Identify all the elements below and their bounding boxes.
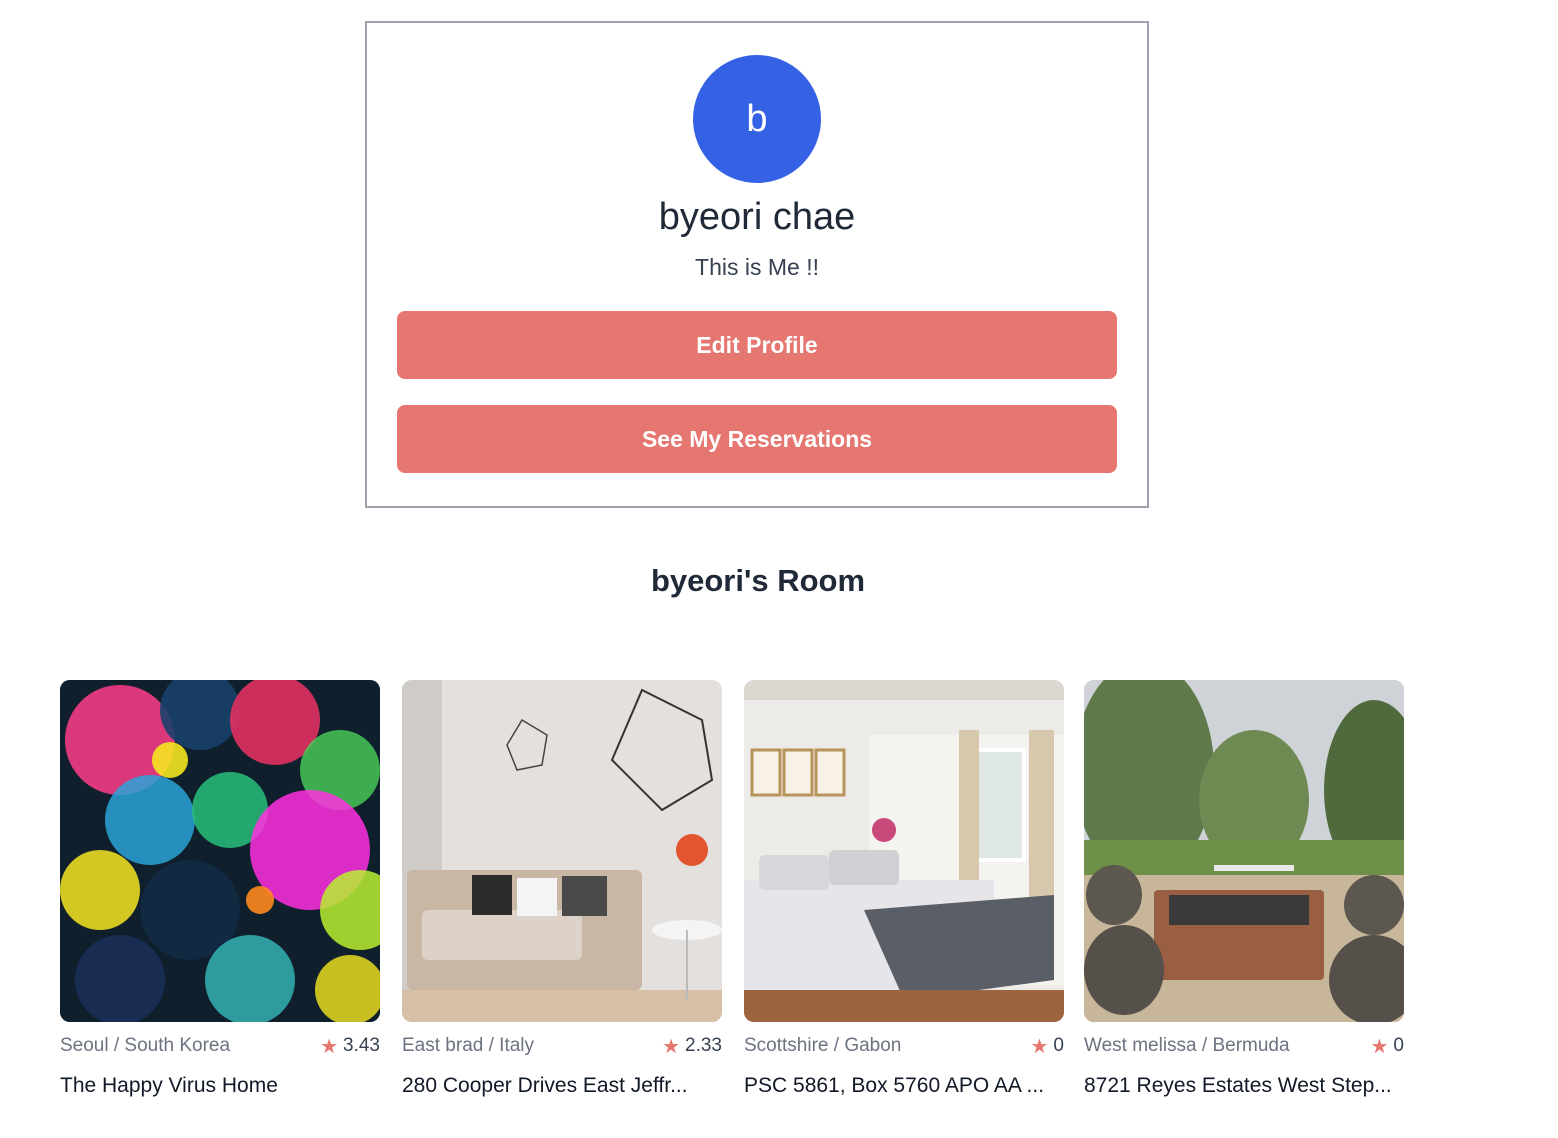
room-rating: ★ 0 — [1030, 1034, 1064, 1059]
rooms-section-title: byeori's Room — [650, 563, 866, 598]
room-location: West melissa / Bermuda — [1084, 1035, 1290, 1056]
user-name: byeori chae — [658, 196, 856, 238]
rating-value: 2.33 — [685, 1035, 722, 1056]
room-rating: ★ 2.33 — [662, 1034, 722, 1059]
room-card[interactable]: Seoul / South Korea ★ 3.43 The Happy Vir… — [60, 680, 380, 1098]
star-icon: ★ — [662, 1035, 681, 1058]
room-name[interactable]: The Happy Virus Home — [60, 1074, 380, 1098]
star-icon: ★ — [1370, 1035, 1389, 1058]
room-photo-image — [402, 680, 722, 1022]
room-photo[interactable] — [402, 680, 722, 1022]
room-meta: East brad / Italy ★ 2.33 — [402, 1034, 722, 1058]
room-rating: ★ 3.43 — [320, 1034, 380, 1059]
rating-value: 3.43 — [343, 1035, 380, 1056]
avatar: b — [693, 55, 821, 183]
profile-card: b byeori chae This is Me !! Edit Profile… — [365, 21, 1149, 508]
room-name[interactable]: 280 Cooper Drives East Jeffr... — [402, 1074, 722, 1098]
room-card[interactable]: West melissa / Bermuda ★ 0 8721 Reyes Es… — [1084, 680, 1404, 1098]
see-reservations-label: See My Reservations — [641, 425, 873, 452]
room-meta: Scottshire / Gabon ★ 0 — [744, 1034, 1064, 1058]
room-location: Seoul / South Korea — [60, 1035, 231, 1056]
room-name[interactable]: PSC 5861, Box 5760 APO AA ... — [744, 1074, 1064, 1098]
room-meta: Seoul / South Korea ★ 3.43 — [60, 1034, 380, 1058]
user-bio: This is Me !! — [695, 254, 819, 280]
room-list: Seoul / South Korea ★ 3.43 The Happy Vir… — [60, 680, 1460, 1120]
room-rating: ★ 0 — [1370, 1034, 1404, 1059]
room-name[interactable]: 8721 Reyes Estates West Step... — [1084, 1074, 1404, 1098]
room-location: East brad / Italy — [402, 1035, 535, 1056]
see-reservations-button[interactable]: See My Reservations — [397, 405, 1117, 473]
room-photo[interactable] — [60, 680, 380, 1022]
room-card[interactable]: East brad / Italy ★ 2.33 280 Cooper Driv… — [402, 680, 722, 1098]
edit-profile-label: Edit Profile — [696, 331, 818, 358]
room-photo[interactable] — [744, 680, 1064, 1022]
edit-profile-button[interactable]: Edit Profile — [397, 311, 1117, 379]
room-meta: West melissa / Bermuda ★ 0 — [1084, 1034, 1404, 1058]
room-photo-image — [1084, 680, 1404, 1022]
room-photo[interactable] — [1084, 680, 1404, 1022]
rating-value: 0 — [1053, 1035, 1064, 1056]
star-icon: ★ — [1030, 1035, 1049, 1058]
star-icon: ★ — [320, 1035, 339, 1058]
room-card[interactable]: Scottshire / Gabon ★ 0 PSC 5861, Box 576… — [744, 680, 1064, 1098]
avatar-initial: b — [746, 97, 768, 140]
rating-value: 0 — [1393, 1035, 1404, 1056]
room-photo-image — [60, 680, 380, 1022]
room-photo-image — [744, 680, 1064, 1022]
room-location: Scottshire / Gabon — [744, 1035, 902, 1056]
